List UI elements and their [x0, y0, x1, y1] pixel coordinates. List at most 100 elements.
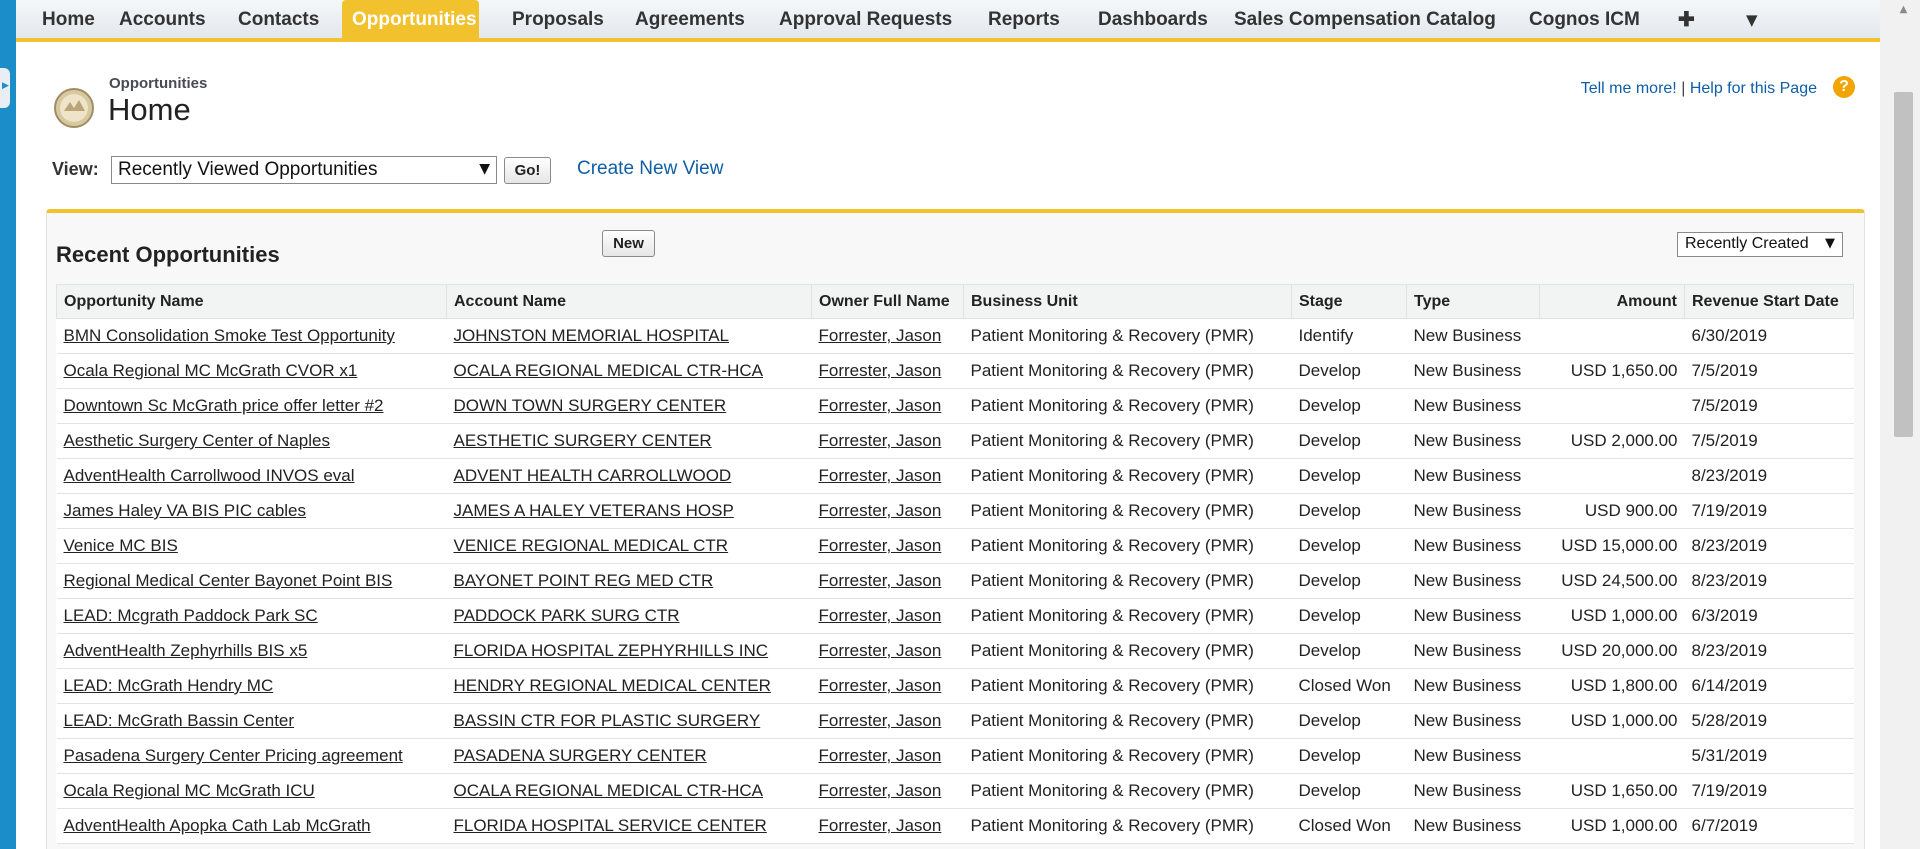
account-name-link[interactable]: OCALA REGIONAL MEDICAL CTR-HCA — [446, 773, 812, 809]
table-row: BMN Consolidation Smoke Test Opportunity… — [56, 318, 1854, 354]
amount-cell — [1539, 388, 1685, 424]
account-name-link[interactable]: JOHNSTON MEMORIAL HOSPITAL — [446, 318, 812, 354]
account-name-link[interactable]: FLORIDA HOSPITAL ZEPHYRHILLS INC — [446, 633, 812, 669]
account-name-link[interactable]: FLORIDA HOSPITAL SERVICE CENTER — [446, 808, 812, 844]
tab-home[interactable]: Home — [32, 0, 105, 38]
tab-proposals[interactable]: Proposals — [502, 0, 614, 38]
owner-name-link[interactable]: Forrester, Jason — [811, 563, 964, 599]
go-button[interactable]: Go! — [504, 157, 551, 184]
owner-name-link[interactable]: Forrester, Jason — [811, 668, 964, 704]
help-icon[interactable]: ? — [1833, 76, 1855, 98]
account-name-link[interactable]: BAYONET POINT REG MED CTR — [446, 563, 812, 599]
revenue-start-date-cell: 5/31/2019 — [1684, 738, 1854, 774]
opportunity-name-link[interactable]: James Haley VA BIS PIC cables — [56, 493, 447, 529]
stage-cell: Develop — [1291, 738, 1407, 774]
opportunity-name-link[interactable]: Pasadena Surgery Center Pricing agreemen… — [56, 738, 447, 774]
business-unit-cell: Patient Monitoring & Recovery (PMR) — [963, 458, 1292, 494]
help-separator: | — [1681, 80, 1686, 97]
account-name-link[interactable]: AESTHETIC SURGERY CENTER — [446, 423, 812, 459]
opportunity-name-link[interactable]: LEAD: Mcgrath Paddock Park SC — [56, 598, 447, 634]
opportunity-name-link[interactable]: AdventHealth Zephyrhills BIS x5 — [56, 633, 447, 669]
owner-name-link[interactable]: Forrester, Jason — [811, 738, 964, 774]
sidebar-toggle[interactable]: ▶ — [0, 68, 10, 108]
business-unit-cell: Patient Monitoring & Recovery (PMR) — [963, 703, 1292, 739]
create-new-view-link[interactable]: Create New View — [577, 158, 723, 180]
sort-select[interactable]: Recently Created ▼ — [1677, 232, 1843, 257]
stage-cell: Develop — [1291, 633, 1407, 669]
opportunity-name-link[interactable]: Ocala Regional MC McGrath ICU — [56, 773, 447, 809]
tab-agreements[interactable]: Agreements — [625, 0, 755, 38]
page: Home Accounts Contacts Opportunities Pro… — [16, 0, 1880, 849]
tell-me-more-link[interactable]: Tell me more! — [1581, 80, 1677, 97]
account-name-link[interactable]: OCALA REGIONAL MEDICAL CTR-HCA — [446, 353, 812, 389]
opportunity-name-link[interactable]: LEAD: McGrath Hendry MC — [56, 668, 447, 704]
scroll-up-icon[interactable]: ▲ — [1894, 4, 1913, 18]
owner-name-link[interactable]: Forrester, Jason — [811, 703, 964, 739]
column-header[interactable]: Amount — [1539, 284, 1685, 319]
owner-name-link[interactable]: Forrester, Jason — [811, 598, 964, 634]
column-header[interactable]: Type — [1406, 284, 1540, 319]
opportunity-name-link[interactable]: AdventHealth Carrollwood INVOS eval — [56, 458, 447, 494]
stage-cell: Develop — [1291, 703, 1407, 739]
plus-icon[interactable]: ✚ — [1668, 0, 1705, 38]
table-row: Downtown Sc McGrath price offer letter #… — [56, 388, 1854, 424]
view-select[interactable]: Recently Viewed Opportunities ▼ — [111, 156, 497, 184]
column-header[interactable]: Opportunity Name — [56, 284, 447, 319]
account-name-link[interactable]: DOWN TOWN SURGERY CENTER — [446, 388, 812, 424]
revenue-start-date-cell: 6/30/2019 — [1684, 318, 1854, 354]
scroll-thumb[interactable] — [1894, 92, 1913, 437]
opportunity-name-link[interactable]: Downtown Sc McGrath price offer letter #… — [56, 388, 447, 424]
type-cell: New Business — [1406, 738, 1540, 774]
owner-name-link[interactable]: Forrester, Jason — [811, 808, 964, 844]
stage-cell: Closed Won — [1291, 808, 1407, 844]
column-header[interactable]: Stage — [1291, 284, 1407, 319]
tab-opportunities[interactable]: Opportunities — [342, 0, 479, 38]
account-name-link[interactable]: PASADENA SURGERY CENTER — [446, 738, 812, 774]
tab-contacts[interactable]: Contacts — [228, 0, 329, 38]
account-name-link[interactable]: ADVENT HEALTH CARROLLWOOD — [446, 458, 812, 494]
tab-sales-compensation-catalog[interactable]: Sales Compensation Catalog — [1224, 0, 1506, 38]
account-name-link[interactable]: VENICE REGIONAL MEDICAL CTR — [446, 528, 812, 564]
tab-approval-requests[interactable]: Approval Requests — [769, 0, 962, 38]
revenue-start-date-cell: 6/3/2019 — [1684, 598, 1854, 634]
tab-dashboards[interactable]: Dashboards — [1088, 0, 1218, 38]
panel-title: Recent Opportunities — [56, 242, 280, 267]
tab-reports[interactable]: Reports — [978, 0, 1070, 38]
column-header[interactable]: Account Name — [446, 284, 812, 319]
column-header[interactable]: Revenue Start Date — [1684, 284, 1854, 319]
column-header[interactable]: Owner Full Name — [811, 284, 964, 319]
account-name-link[interactable]: PADDOCK PARK SURG CTR — [446, 598, 812, 634]
owner-name-link[interactable]: Forrester, Jason — [811, 353, 964, 389]
account-name-link[interactable]: BASSIN CTR FOR PLASTIC SURGERY — [446, 703, 812, 739]
opportunity-name-link[interactable]: Regional Medical Center Bayonet Point BI… — [56, 563, 447, 599]
account-name-link[interactable]: JAMES A HALEY VETERANS HOSP — [446, 493, 812, 529]
dropdown-arrow-icon: ▼ — [1825, 236, 1835, 251]
revenue-start-date-cell: 7/19/2019 — [1684, 773, 1854, 809]
tab-cognos-icm[interactable]: Cognos ICM — [1519, 0, 1650, 38]
tab-accounts[interactable]: Accounts — [109, 0, 216, 38]
opportunity-name-link[interactable]: BMN Consolidation Smoke Test Opportunity — [56, 318, 447, 354]
opportunity-name-link[interactable]: Ocala Regional MC McGrath CVOR x1 — [56, 353, 447, 389]
owner-name-link[interactable]: Forrester, Jason — [811, 388, 964, 424]
table-row: Regional Medical Center Bayonet Point BI… — [56, 563, 1854, 599]
opportunity-name-link[interactable]: Aesthetic Surgery Center of Naples — [56, 423, 447, 459]
help-for-page-link[interactable]: Help for this Page — [1690, 80, 1817, 97]
chevron-down-icon[interactable]: ▼ — [1736, 0, 1768, 38]
column-header[interactable]: Business Unit — [963, 284, 1292, 319]
owner-name-link[interactable]: Forrester, Jason — [811, 773, 964, 809]
owner-name-link[interactable]: Forrester, Jason — [811, 528, 964, 564]
opportunity-name-link[interactable]: LEAD: McGrath Bassin Center — [56, 703, 447, 739]
new-opportunity-button[interactable]: New — [602, 230, 655, 257]
owner-name-link[interactable]: Forrester, Jason — [811, 633, 964, 669]
account-name-link[interactable]: HENDRY REGIONAL MEDICAL CENTER — [446, 668, 812, 704]
owner-name-link[interactable]: Forrester, Jason — [811, 423, 964, 459]
owner-name-link[interactable]: Forrester, Jason — [811, 493, 964, 529]
owner-name-link[interactable]: Forrester, Jason — [811, 318, 964, 354]
opportunity-name-link[interactable]: AdventHealth Apopka Cath Lab McGrath — [56, 808, 447, 844]
opportunity-name-link[interactable]: Venice MC BIS — [56, 528, 447, 564]
vertical-scrollbar[interactable]: ▲ — [1880, 0, 1920, 849]
sort-select-value: Recently Created — [1685, 235, 1809, 252]
table-row: Venice MC BIS VENICE REGIONAL MEDICAL CTR… — [56, 528, 1854, 564]
owner-name-link[interactable]: Forrester, Jason — [811, 458, 964, 494]
business-unit-cell: Patient Monitoring & Recovery (PMR) — [963, 633, 1292, 669]
